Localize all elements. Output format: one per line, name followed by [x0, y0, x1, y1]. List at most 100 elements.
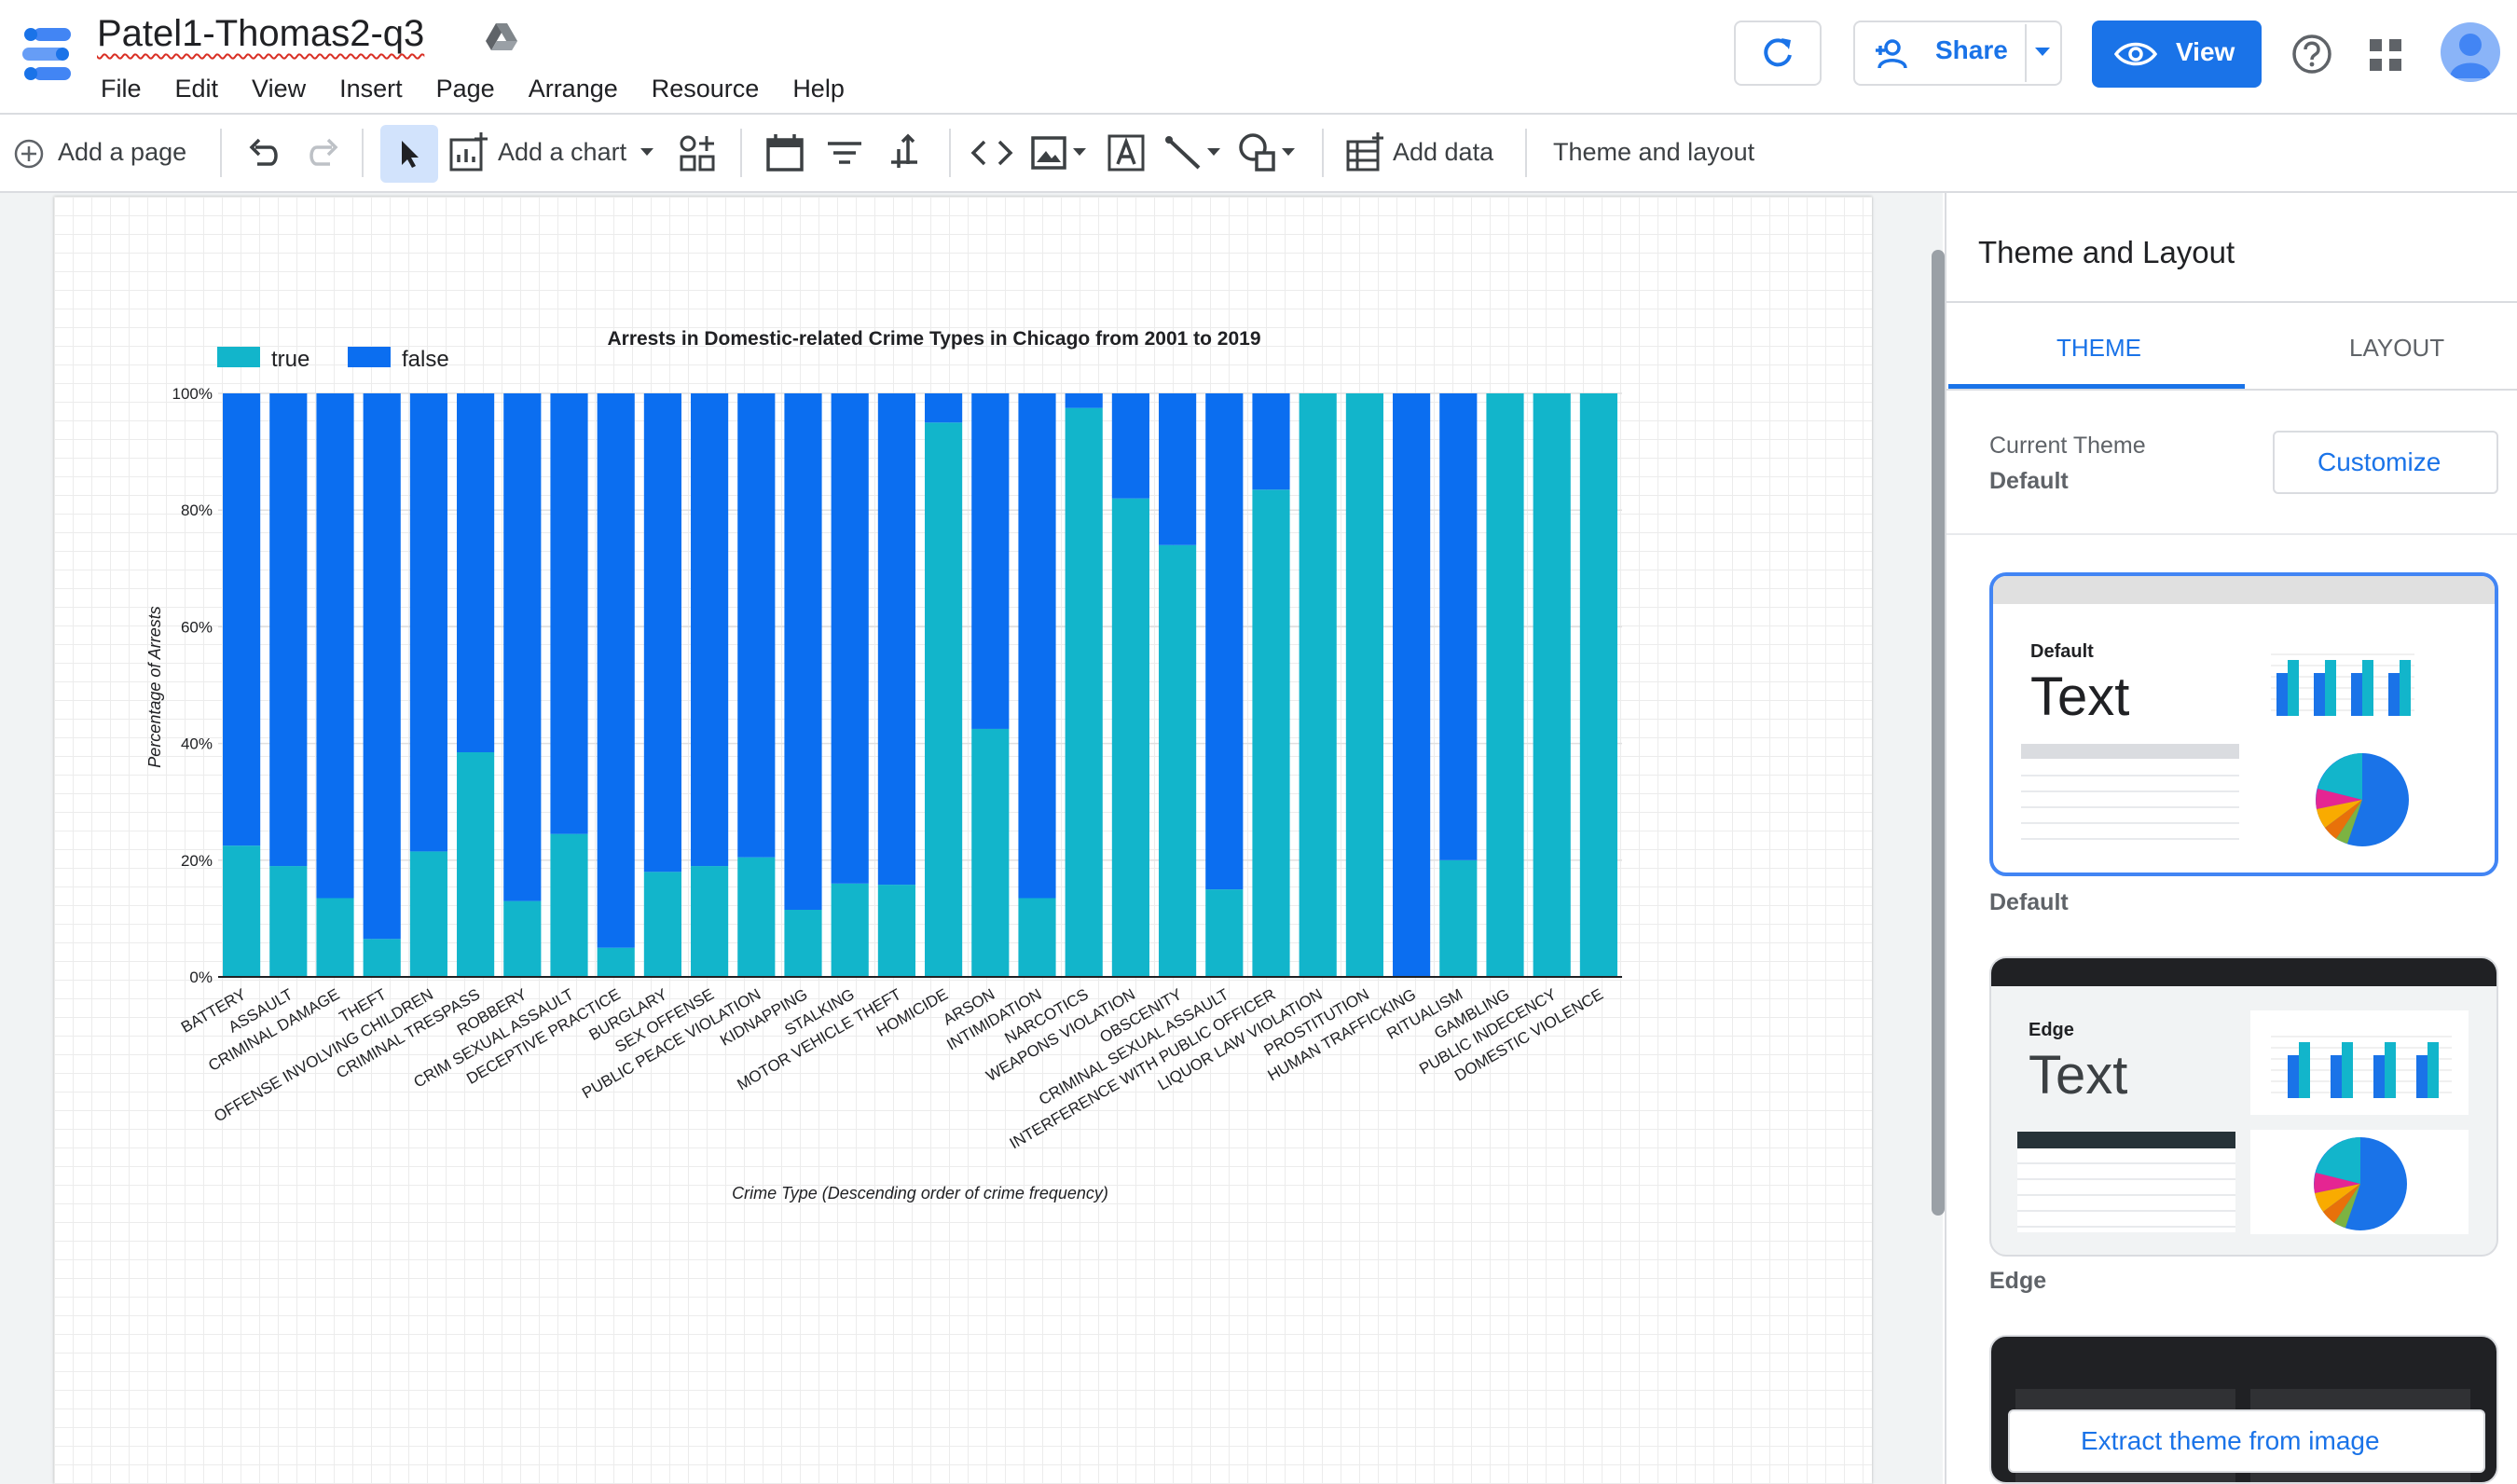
bar-segment-true[interactable] — [643, 872, 681, 977]
bar-segment-false[interactable] — [643, 393, 681, 873]
bar-segment-true[interactable] — [1018, 898, 1056, 977]
bar-segment-true[interactable] — [457, 751, 495, 977]
bar-segment-true[interactable] — [737, 857, 776, 977]
theme-card-default[interactable]: Default Text — [1989, 572, 2498, 876]
bar-segment-false[interactable] — [269, 393, 308, 867]
bar-segment-true[interactable] — [784, 910, 822, 977]
bar-segment-true[interactable] — [363, 939, 401, 977]
text-box-icon[interactable] — [1104, 131, 1148, 175]
theme-and-layout-button[interactable]: Theme and layout — [1553, 138, 1754, 167]
chevron-down-icon[interactable] — [1072, 147, 1087, 157]
bar-segment-false[interactable] — [597, 393, 635, 948]
menu-resource[interactable]: Resource — [635, 73, 777, 104]
chevron-down-icon[interactable] — [1206, 147, 1221, 157]
bar-segment-false[interactable] — [784, 393, 822, 911]
menu-page[interactable]: Page — [420, 73, 512, 104]
menu-file[interactable]: File — [84, 73, 158, 104]
data-studio-logo-icon[interactable] — [17, 24, 76, 84]
add-chart-icon[interactable] — [446, 131, 490, 175]
bar-segment-true[interactable] — [1065, 407, 1103, 977]
bar-segment-false[interactable] — [971, 393, 1010, 729]
add-chart-button[interactable]: Add a chart — [498, 138, 626, 167]
bar-segment-false[interactable] — [457, 393, 495, 752]
bar-segment-true[interactable] — [316, 898, 354, 977]
document-title[interactable]: Patel1-Thomas2-q3 — [97, 13, 424, 55]
bar-segment-true[interactable] — [409, 851, 447, 977]
bar-segment-true[interactable] — [971, 728, 1010, 977]
bar-segment-true[interactable] — [597, 947, 635, 977]
apps-grid-icon[interactable] — [2368, 37, 2403, 73]
bar-segment-false[interactable] — [550, 393, 588, 834]
chevron-down-icon[interactable] — [1281, 147, 1296, 157]
canvas-scrollbar[interactable] — [1932, 250, 1945, 1216]
add-control-icon[interactable] — [675, 131, 720, 175]
bar-segment-true[interactable] — [1111, 498, 1149, 977]
bar-segment-false[interactable] — [1393, 393, 1431, 977]
bar-segment-true[interactable] — [1299, 393, 1337, 977]
bar-segment-true[interactable] — [1252, 489, 1290, 977]
filter-control-icon[interactable] — [822, 131, 867, 175]
bar-segment-true[interactable] — [269, 866, 308, 977]
bar-segment-true[interactable] — [1205, 889, 1244, 977]
share-dropdown-icon[interactable] — [2034, 47, 2051, 58]
bar-segment-true[interactable] — [1159, 544, 1197, 977]
bar-segment-true[interactable] — [691, 866, 729, 977]
tab-layout[interactable]: LAYOUT — [2349, 334, 2444, 363]
date-range-icon[interactable] — [763, 131, 807, 175]
bar-segment-true[interactable] — [1439, 859, 1478, 977]
bar-segment-false[interactable] — [1205, 393, 1244, 890]
menu-edit[interactable]: Edit — [158, 73, 236, 104]
user-avatar[interactable] — [2441, 22, 2500, 82]
bar-segment-false[interactable] — [1111, 393, 1149, 499]
bar-segment-true[interactable] — [831, 883, 869, 977]
tab-theme-label[interactable]: THEME — [2056, 334, 2141, 363]
line-icon[interactable] — [1162, 131, 1206, 175]
bar-segment-false[interactable] — [877, 393, 915, 886]
bar-segment-false[interactable] — [1065, 393, 1103, 408]
theme-card-edge[interactable]: Edge Text — [1989, 956, 2498, 1257]
chevron-down-icon[interactable] — [640, 147, 654, 157]
bar-segment-false[interactable] — [363, 393, 401, 940]
menu-arrange[interactable]: Arrange — [512, 73, 635, 104]
bar-segment-false[interactable] — [925, 393, 963, 423]
bar-segment-true[interactable] — [1486, 393, 1524, 977]
image-icon[interactable] — [1027, 131, 1072, 175]
bar-segment-true[interactable] — [503, 900, 542, 977]
bar-segment-false[interactable] — [1439, 393, 1478, 860]
bar-segment-false[interactable] — [1018, 393, 1056, 899]
add-data-button[interactable]: Add data — [1393, 138, 1493, 167]
redo-icon[interactable] — [300, 131, 345, 175]
bar-segment-true[interactable] — [877, 885, 915, 977]
refresh-data-button[interactable] — [1734, 21, 1822, 86]
bar-segment-false[interactable] — [1252, 393, 1290, 490]
bar-segment-true[interactable] — [1579, 393, 1617, 977]
select-tool-button[interactable] — [380, 125, 438, 183]
shape-icon[interactable] — [1236, 131, 1281, 175]
embed-code-icon[interactable] — [970, 131, 1014, 175]
bar-segment-false[interactable] — [409, 393, 447, 852]
data-control-icon[interactable] — [882, 131, 927, 175]
bar-segment-false[interactable] — [831, 393, 869, 884]
bar-segment-true[interactable] — [925, 422, 963, 977]
stacked-bar-chart[interactable]: true false Arrests in Domestic-related C… — [131, 308, 1659, 1221]
bar-segment-true[interactable] — [1345, 393, 1383, 977]
drive-icon[interactable] — [485, 21, 518, 54]
add-circle-icon[interactable] — [13, 138, 45, 170]
bar-segment-false[interactable] — [1159, 393, 1197, 545]
bar-segment-false[interactable] — [737, 393, 776, 858]
add-page-button[interactable]: Add a page — [58, 138, 186, 167]
undo-icon[interactable] — [242, 131, 287, 175]
bar-segment-true[interactable] — [223, 845, 261, 977]
bar-segment-false[interactable] — [223, 393, 261, 846]
menu-view[interactable]: View — [235, 73, 323, 104]
bar-segment-false[interactable] — [316, 393, 354, 899]
bar-segment-false[interactable] — [691, 393, 729, 867]
help-icon[interactable] — [2291, 34, 2332, 75]
menu-insert[interactable]: Insert — [323, 73, 420, 104]
add-data-icon[interactable] — [1342, 131, 1387, 175]
menu-help[interactable]: Help — [776, 73, 861, 104]
bar-segment-true[interactable] — [1533, 393, 1571, 977]
bar-segment-false[interactable] — [503, 393, 542, 901]
bar-segment-true[interactable] — [550, 833, 588, 977]
panel-title: Theme and Layout — [1978, 235, 2235, 269]
